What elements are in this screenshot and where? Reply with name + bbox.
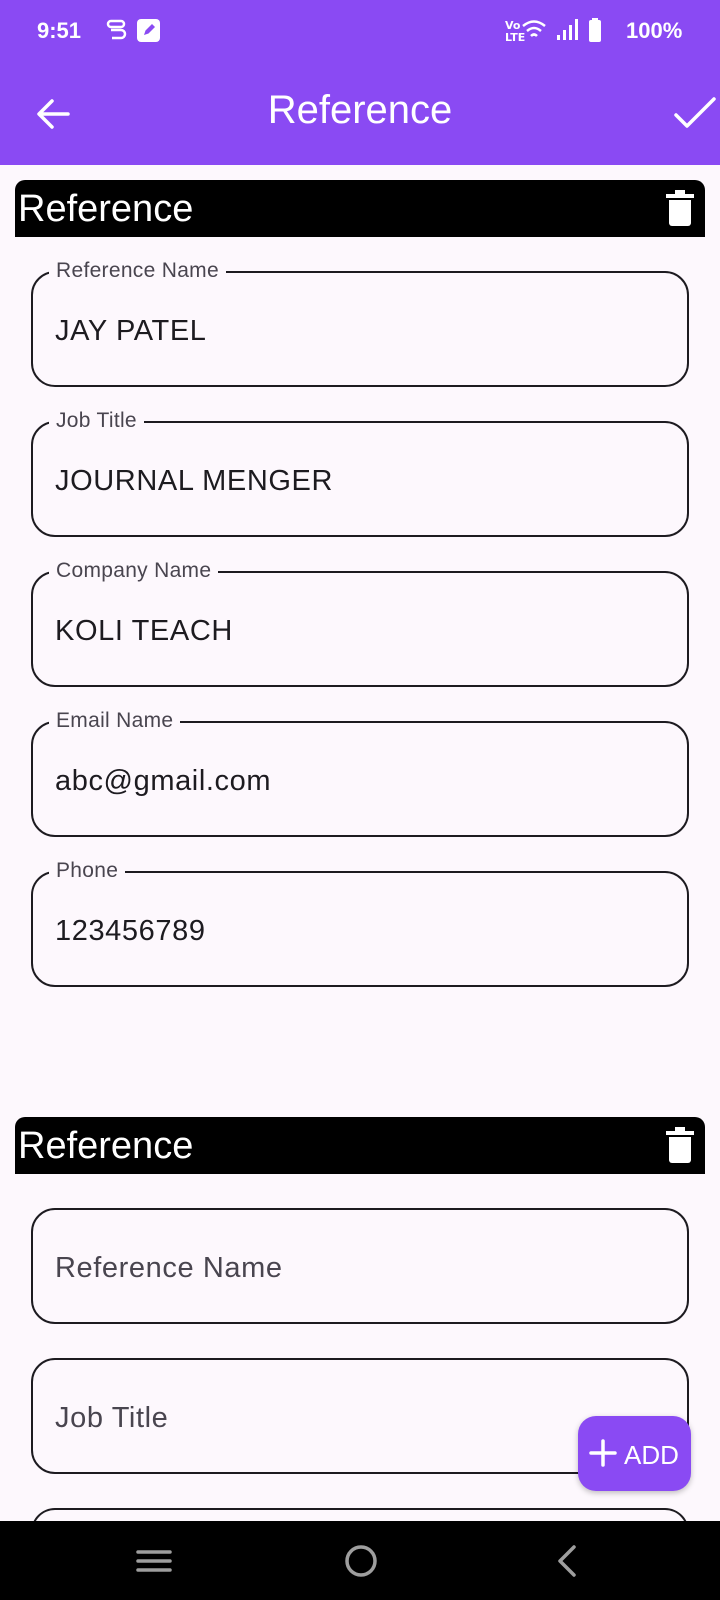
email-field[interactable]: Email Name abc@gmail.com	[31, 709, 689, 837]
status-time: 9:51	[37, 18, 82, 43]
add-label: ADD	[624, 1440, 679, 1470]
field-label: Reference Name	[49, 259, 226, 283]
sim-icon	[106, 19, 127, 40]
add-button[interactable]: ADD	[578, 1416, 691, 1491]
volte-icon: Vo LTE	[505, 19, 525, 44]
check-icon[interactable]	[672, 90, 720, 138]
page-title: Reference	[267, 88, 453, 132]
field-value: JOURNAL MENGER	[55, 465, 334, 497]
field-value: JAY PATEL	[55, 315, 207, 347]
field-label: Phone	[49, 859, 126, 883]
system-nav-bar	[0, 1521, 720, 1600]
home-icon[interactable]	[341, 1543, 381, 1579]
wifi-icon	[522, 20, 546, 37]
signal-icon	[557, 19, 578, 40]
trash-icon[interactable]	[665, 1127, 695, 1163]
reference-title: Reference	[18, 1125, 194, 1167]
back-icon[interactable]	[548, 1543, 588, 1579]
reference-header: Reference	[15, 180, 705, 237]
recents-icon[interactable]	[134, 1543, 174, 1579]
reference-header: Reference	[15, 1117, 705, 1174]
reference-title: Reference	[18, 188, 194, 230]
trash-icon[interactable]	[665, 190, 695, 226]
job-title-field[interactable]: Job Title JOURNAL MENGER	[31, 409, 689, 537]
app-bar: Reference	[0, 62, 720, 165]
field-label: Job Title	[49, 409, 144, 433]
field-value: KOLI TEACH	[55, 615, 233, 647]
field-value: abc@gmail.com	[55, 765, 272, 797]
field-label: Company Name	[49, 559, 219, 583]
status-bar: 9:51 Vo LTE 100%	[0, 0, 720, 62]
battery-icon	[589, 18, 601, 42]
notes-icon	[137, 19, 160, 42]
phone-field[interactable]: Phone 123456789	[31, 859, 689, 987]
field-placeholder: Reference Name	[55, 1252, 283, 1284]
battery-percent: 100%	[626, 18, 683, 43]
field-placeholder: Job Title	[55, 1402, 169, 1434]
svg-text:LTE: LTE	[505, 31, 525, 44]
plus-icon	[589, 1439, 617, 1467]
reference-name-field[interactable]: Reference Name JAY PATEL	[31, 259, 689, 387]
field-value: 123456789	[55, 915, 206, 947]
company-name-field[interactable]: Company Name KOLI TEACH	[31, 559, 689, 687]
reference-name-field[interactable]: Reference Name	[31, 1208, 689, 1324]
field-label: Email Name	[49, 709, 181, 733]
status-indicators: Vo LTE	[505, 18, 601, 44]
